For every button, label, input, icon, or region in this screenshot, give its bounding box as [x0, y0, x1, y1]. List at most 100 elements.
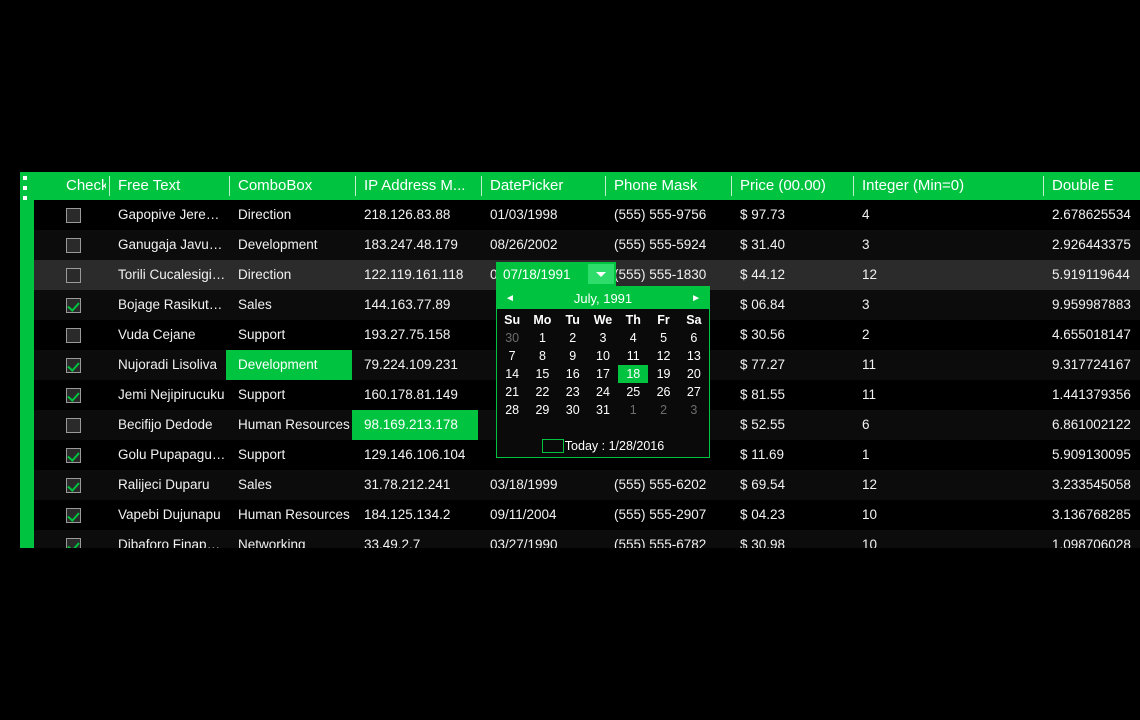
datepicker-editor[interactable]: 07/18/1991 — [496, 262, 616, 286]
cell-int[interactable]: 6 — [850, 410, 1040, 440]
column-checkbox[interactable]: Check... — [34, 172, 106, 200]
cell-dbl[interactable]: 1.441379356 — [1040, 380, 1140, 410]
calendar-day[interactable]: 14 — [497, 365, 527, 383]
cell-free[interactable]: Nujoradi Lisoliva — [106, 350, 226, 380]
cell-phone[interactable]: (555) 555-9756 — [602, 200, 728, 230]
column-price[interactable]: Price (00.00) — [728, 172, 850, 200]
cell-date[interactable]: 03/18/1999 — [478, 470, 602, 500]
calendar-day[interactable]: 15 — [527, 365, 557, 383]
calendar-day[interactable]: 19 — [648, 365, 678, 383]
cell-int[interactable]: 10 — [850, 530, 1040, 548]
cell-dbl[interactable]: 5.919119644 — [1040, 260, 1140, 290]
calendar-day[interactable]: 30 — [497, 329, 527, 347]
calendar-day[interactable]: 3 — [679, 401, 709, 419]
cell-checkbox[interactable] — [34, 500, 106, 530]
table-row[interactable]: Vapebi Dujunapu Human Resources 184.125.13… — [34, 500, 1140, 530]
cell-price[interactable]: $ 52.55 — [728, 410, 850, 440]
cell-dbl[interactable]: 2.678625534 — [1040, 200, 1140, 230]
calendar-day[interactable]: 4 — [618, 329, 648, 347]
cell-combo[interactable]: Support — [226, 440, 352, 470]
cell-free[interactable]: Golu Pupapagupu — [106, 440, 226, 470]
cell-date[interactable]: 03/27/1990 — [478, 530, 602, 548]
checkbox-unchecked[interactable] — [66, 417, 81, 433]
cell-date[interactable]: 09/11/2004 — [478, 500, 602, 530]
cell-free[interactable]: Vapebi Dujunapu — [106, 500, 226, 530]
cell-ip[interactable]: 33.49.2.7 — [352, 530, 478, 548]
column-integer[interactable]: Integer (Min=0) — [850, 172, 1040, 200]
calendar-title[interactable]: July, 1991 — [515, 291, 691, 306]
cell-int[interactable]: 3 — [850, 290, 1040, 320]
calendar-day[interactable]: 1 — [527, 329, 557, 347]
cell-ip[interactable]: 193.27.75.158 — [352, 320, 478, 350]
calendar-day[interactable]: 8 — [527, 347, 557, 365]
cell-combo[interactable]: Development — [226, 230, 352, 260]
cell-free[interactable]: Torili Cucalesigipa — [106, 260, 226, 290]
cell-combo[interactable]: Sales — [226, 470, 352, 500]
cell-phone[interactable]: (555) 555-6202 — [602, 470, 728, 500]
checkbox-checked[interactable] — [66, 537, 81, 548]
cell-combo[interactable]: Human Resources — [226, 500, 352, 530]
cell-ip[interactable]: 160.178.81.149 — [352, 380, 478, 410]
calendar-prev-icon[interactable]: ◄ — [505, 293, 515, 304]
cell-price[interactable]: $ 30.56 — [728, 320, 850, 350]
cell-phone[interactable]: (555) 555-2907 — [602, 500, 728, 530]
checkbox-unchecked[interactable] — [66, 267, 81, 283]
cell-price[interactable]: $ 69.54 — [728, 470, 850, 500]
cell-checkbox[interactable] — [34, 230, 106, 260]
cell-price[interactable]: $ 31.40 — [728, 230, 850, 260]
calendar-day[interactable]: 2 — [648, 401, 678, 419]
calendar-day[interactable]: 21 — [497, 383, 527, 401]
cell-checkbox[interactable] — [34, 350, 106, 380]
checkbox-unchecked[interactable] — [66, 327, 81, 343]
cell-price[interactable]: $ 44.12 — [728, 260, 850, 290]
data-grid[interactable]: Check...Free TextComboBoxIP Address M...… — [20, 172, 1140, 548]
calendar-day[interactable]: 2 — [558, 329, 588, 347]
cell-dbl[interactable]: 3.233545058 — [1040, 470, 1140, 500]
calendar-day[interactable]: 30 — [558, 401, 588, 419]
cell-price[interactable]: $ 97.73 — [728, 200, 850, 230]
cell-price[interactable]: $ 77.27 — [728, 350, 850, 380]
column-combobox[interactable]: ComboBox — [226, 172, 352, 200]
column-free-text[interactable]: Free Text — [106, 172, 226, 200]
calendar-day[interactable]: 16 — [558, 365, 588, 383]
checkbox-checked[interactable] — [66, 387, 81, 403]
cell-ip[interactable]: 183.247.48.179 — [352, 230, 478, 260]
cell-checkbox[interactable] — [34, 380, 106, 410]
cell-dbl[interactable]: 2.926443375 — [1040, 230, 1140, 260]
cell-ip[interactable]: 122.119.161.118 — [352, 260, 478, 290]
cell-date[interactable]: 01/03/1998 — [478, 200, 602, 230]
calendar-day[interactable]: 28 — [497, 401, 527, 419]
cell-phone[interactable]: (555) 555-5924 — [602, 230, 728, 260]
cell-combo[interactable]: Sales — [226, 290, 352, 320]
table-row[interactable]: Ganugaja Javukaka Development 183.247.48.1… — [34, 230, 1140, 260]
calendar-grid[interactable]: Su Mo Tu We Th Fr Sa 30 1 2 3 4 5 6 7 8 9 10 11 12 13 14 15 16… — [497, 311, 709, 419]
cell-combo[interactable]: Development — [226, 350, 352, 380]
cell-price[interactable]: $ 81.55 — [728, 380, 850, 410]
calendar-day[interactable]: 3 — [588, 329, 618, 347]
cell-combo[interactable]: Networking — [226, 530, 352, 548]
today-checkbox[interactable] — [541, 439, 564, 453]
column-double[interactable]: Double E — [1040, 172, 1140, 200]
calendar-day[interactable]: 17 — [588, 365, 618, 383]
cell-ip[interactable]: 129.146.106.104 — [352, 440, 478, 470]
checkbox-checked[interactable] — [66, 297, 81, 313]
cell-checkbox[interactable] — [34, 290, 106, 320]
cell-dbl[interactable]: 3.136768285 — [1040, 500, 1140, 530]
cell-dbl[interactable]: 9.959987883 — [1040, 290, 1140, 320]
cell-combo[interactable]: Direction — [226, 260, 352, 290]
cell-int[interactable]: 12 — [850, 260, 1040, 290]
calendar-day[interactable]: 31 — [588, 401, 618, 419]
cell-free[interactable]: Ralijeci Duparu — [106, 470, 226, 500]
calendar-day[interactable]: 11 — [618, 347, 648, 365]
checkbox-checked[interactable] — [66, 477, 81, 493]
column-ip-address-mask[interactable]: IP Address M... — [352, 172, 478, 200]
table-row[interactable]: Ralijeci Duparu Sales 31.78.212.241 03/18/1… — [34, 470, 1140, 500]
cell-int[interactable]: 12 — [850, 470, 1040, 500]
cell-dbl[interactable]: 5.909130095 — [1040, 440, 1140, 470]
calendar-day[interactable]: 13 — [679, 347, 709, 365]
checkbox-unchecked[interactable] — [66, 237, 81, 253]
chevron-down-icon[interactable] — [588, 264, 614, 284]
cell-int[interactable]: 10 — [850, 500, 1040, 530]
cell-ip[interactable]: 31.78.212.241 — [352, 470, 478, 500]
calendar-day[interactable]: 12 — [648, 347, 678, 365]
